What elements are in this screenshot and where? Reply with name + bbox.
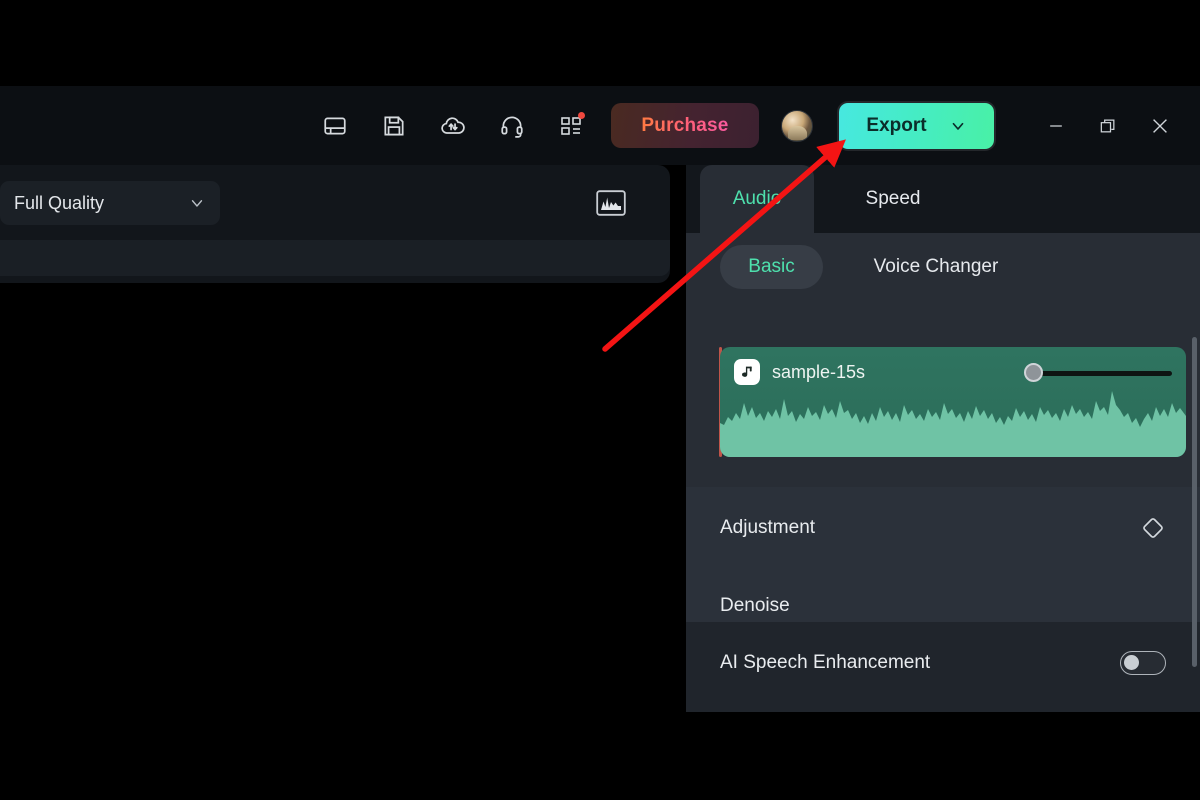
subtab-basic-label: Basic	[748, 256, 795, 277]
audio-clip-card[interactable]: sample-15s	[720, 347, 1186, 457]
top-toolbar: Purchase Export	[0, 86, 1200, 165]
subtab-basic[interactable]: Basic	[720, 245, 823, 289]
user-avatar[interactable]	[781, 109, 813, 142]
purchase-label: Purchase	[641, 114, 729, 136]
settings-section-secondary: AI Speech Enhancement	[686, 622, 1200, 712]
clip-name-label: sample-15s	[772, 361, 866, 382]
audio-waveform	[720, 391, 1186, 457]
quality-select[interactable]: Full Quality	[0, 181, 220, 225]
panel-subtab-bar: Basic Voice Changer	[686, 233, 1200, 305]
layout-panel-icon[interactable]	[315, 106, 355, 146]
denoise-label: Denoise	[720, 595, 790, 616]
panel-scrollbar[interactable]	[1192, 337, 1197, 667]
subtab-voice-changer-label: Voice Changer	[873, 256, 999, 277]
keyframe-diamond-icon[interactable]	[1140, 515, 1166, 541]
volume-slider-knob[interactable]	[1024, 363, 1043, 382]
adjustment-label: Adjustment	[720, 517, 816, 538]
close-icon[interactable]	[1134, 104, 1186, 148]
clip-volume-slider[interactable]	[1024, 363, 1172, 382]
settings-section-primary: Adjustment Denoise	[686, 487, 1200, 622]
setting-row-denoise[interactable]: Denoise	[720, 585, 1166, 627]
grid-apps-icon[interactable]	[551, 106, 591, 146]
headset-support-icon[interactable]	[492, 106, 532, 146]
chevron-down-icon	[952, 122, 963, 130]
ai-speech-enhancement-label: AI Speech Enhancement	[720, 652, 931, 673]
panel-tab-bar: Audio Speed	[686, 165, 1200, 233]
setting-row-ai-speech-enhancement[interactable]: AI Speech Enhancement	[720, 642, 1166, 684]
ai-speech-enhancement-toggle[interactable]	[1120, 651, 1166, 675]
tab-audio[interactable]: Audio	[700, 165, 814, 233]
cloud-transfer-icon[interactable]	[433, 106, 473, 146]
purchase-button[interactable]: Purchase	[611, 103, 759, 148]
subtab-voice-changer[interactable]: Voice Changer	[846, 245, 1026, 289]
volume-slider-track	[1034, 370, 1172, 376]
minimize-icon[interactable]	[1030, 104, 1082, 148]
window-controls	[1030, 104, 1200, 148]
music-note-icon	[734, 359, 760, 385]
preview-panel-lower-bar	[0, 240, 670, 276]
chevron-down-icon	[191, 200, 203, 207]
audio-histogram-icon[interactable]	[594, 187, 628, 219]
tab-audio-label: Audio	[732, 188, 782, 209]
properties-panel: Audio Speed Basic Voice Changer sample-1…	[686, 165, 1200, 712]
notification-badge-dot	[578, 111, 585, 119]
app-window: Purchase Export Full Quality Audio Speed…	[0, 0, 1200, 800]
quality-select-value: Full Quality	[14, 192, 105, 213]
save-icon[interactable]	[374, 106, 414, 146]
restore-icon[interactable]	[1082, 104, 1134, 148]
tab-speed-label: Speed	[865, 188, 921, 209]
tab-speed[interactable]: Speed	[828, 165, 958, 233]
export-button[interactable]: Export	[839, 102, 994, 149]
toggle-knob	[1124, 655, 1139, 670]
export-label: Export	[866, 114, 927, 136]
toolbar-icon-group	[315, 106, 591, 146]
clip-header: sample-15s	[734, 359, 865, 385]
setting-row-adjustment[interactable]: Adjustment	[720, 507, 1166, 549]
